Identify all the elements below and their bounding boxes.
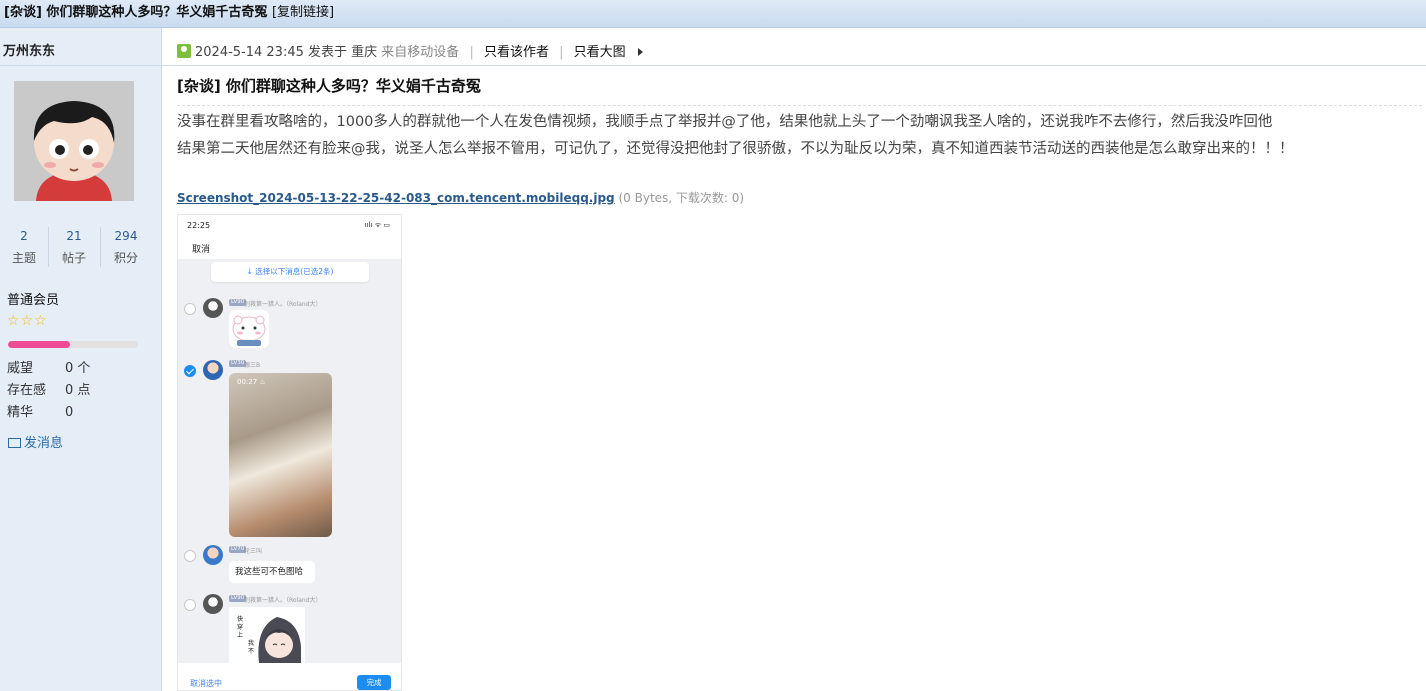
- mail-icon: [8, 438, 21, 448]
- user-group[interactable]: 普通会员: [7, 289, 59, 308]
- svg-text:不: 不: [248, 648, 254, 655]
- page-title: [杂谈] 你们群聊这种人多吗？华义娟千古奇冤: [4, 5, 268, 20]
- phone-radio: [184, 303, 196, 315]
- post-content: 没事在群里看攻略啥的，1000多人的群就他一个人在发色情视频，我顺手点了举报并@…: [177, 109, 1422, 163]
- svg-text:我: 我: [248, 639, 254, 647]
- send-message-label: 发消息: [24, 436, 64, 451]
- attr-key: 存在感: [7, 383, 47, 398]
- only-images-link[interactable]: 只看大图: [574, 45, 626, 60]
- divider: [100, 227, 101, 267]
- video-duration: 00:27 ♨: [237, 378, 266, 386]
- online-user-icon: [177, 44, 191, 58]
- separator: |: [559, 45, 564, 60]
- send-message-link[interactable]: 发消息: [8, 432, 63, 451]
- phone-radio: [184, 550, 196, 562]
- stat-posts[interactable]: 21 帖子: [50, 225, 98, 266]
- stat-label: 积分: [113, 251, 138, 265]
- phone-status-bar: 22:25 ıılı ᯤ ▭: [178, 215, 401, 237]
- phone-nickname: 源三B: [244, 362, 261, 369]
- phone-nickname: 别救第一猎人。（Roland大）: [244, 301, 322, 308]
- phone-radio-checked: [184, 365, 196, 377]
- divider: [162, 65, 1426, 66]
- attr-value: 0 点: [65, 383, 91, 398]
- phone-footer: 取消选中 完成: [178, 663, 401, 690]
- content-paragraph: 没事在群里看攻略啥的，1000多人的群就他一个人在发色情视频，我顺手点了举报并@…: [177, 114, 1273, 130]
- post-location: 发表于 重庆: [308, 45, 378, 60]
- attr-value: 0 个: [65, 361, 91, 376]
- content-paragraph: 结果第二天他居然还有脸来@我，说圣人怎么举报不管用，可记仇了，还觉得没把他封了很…: [177, 141, 1294, 157]
- divider: [0, 65, 162, 66]
- stat-value: 21: [66, 229, 82, 243]
- attr-key: 精华: [7, 405, 34, 420]
- rank-stars: ☆☆☆: [7, 313, 48, 329]
- bear-sticker-icon: [232, 315, 266, 346]
- stat-label: 帖子: [61, 251, 86, 265]
- page-title-bar: [杂谈] 你们群聊这种人多吗？华义娟千古奇冤 [复制链接]: [0, 0, 1426, 28]
- phone-select-hint: ↓ 选择以下消息(已选2条): [211, 262, 369, 282]
- only-author-link[interactable]: 只看该作者: [484, 45, 549, 60]
- phone-avatar: [203, 594, 223, 614]
- post-title: [杂谈] 你们群聊这种人多吗？华义娟千古奇冤: [177, 77, 481, 95]
- attr-key: 威望: [7, 361, 34, 376]
- level-progress-fill: [8, 341, 71, 348]
- phone-time: 22:25: [187, 221, 211, 230]
- phone-video-message: 00:27 ♨: [229, 373, 332, 537]
- phone-nickname: 轮三叫: [244, 548, 263, 555]
- stat-threads[interactable]: 2 主题: [0, 225, 48, 266]
- post-device: 来自移动设备: [381, 45, 460, 60]
- phone-radio: [184, 599, 196, 611]
- phone-text-bubble: 我这些可不色图哈: [229, 561, 315, 583]
- svg-text:快: 快: [237, 615, 243, 623]
- divider: [48, 227, 49, 267]
- post-meta: 2024-5-14 23:45 发表于 重庆 来自移动设备 | 只看该作者 | …: [177, 41, 643, 60]
- divider: [177, 105, 1422, 106]
- attachment-image[interactable]: 22:25 ıılı ᯤ ▭ 取消 ↓ 选择以下消息(已选2条) LV90 别救…: [177, 214, 402, 691]
- phone-avatar: [203, 298, 223, 318]
- stat-points[interactable]: 294 积分: [102, 225, 150, 266]
- post-datetime: 2024-5-14 23:45: [195, 45, 304, 60]
- author-stats: 2 主题 21 帖子 294 积分: [0, 225, 150, 273]
- stat-label: 主题: [11, 251, 36, 265]
- attr-digest: 精华 0: [7, 401, 73, 420]
- attr-presence: 存在感 0 点: [7, 379, 90, 398]
- phone-avatar: [203, 545, 223, 565]
- phone-nickname: 别救第一猎人。（Roland大）: [244, 597, 322, 604]
- signal-wifi-battery-icon: ıılı ᯤ ▭: [364, 221, 390, 229]
- level-progress-bar: [8, 341, 138, 348]
- author-name[interactable]: 万州东东: [3, 40, 55, 59]
- phone-cancel: 取消: [192, 245, 211, 255]
- phone-done-button: 完成: [357, 675, 391, 690]
- attachment-info: (0 Bytes, 下载次数: 0): [618, 191, 745, 205]
- stat-value: 2: [20, 229, 28, 243]
- svg-text:穿: 穿: [237, 623, 243, 631]
- attr-value: 0: [65, 405, 74, 420]
- stat-value: 294: [114, 229, 138, 243]
- attachment: Screenshot_2024-05-13-22-25-42-083_com.t…: [177, 189, 744, 206]
- attr-prestige: 威望 0 个: [7, 357, 90, 376]
- phone-avatar: [203, 360, 223, 380]
- author-sidebar: 万州东东 2 主题 21 帖子 294 积分 普通会员 ☆☆☆ 威望 0 个 存…: [0, 28, 162, 691]
- phone-sticker: 快 穿 上 我 不: [229, 607, 305, 663]
- avatar[interactable]: [14, 81, 134, 201]
- copy-link[interactable]: [复制链接]: [272, 5, 334, 20]
- separator: |: [469, 45, 474, 60]
- phone-header: 取消: [178, 237, 401, 259]
- avatar-illustration: [14, 81, 134, 201]
- phone-sticker: [229, 310, 269, 348]
- phone-unselect: 取消选中: [190, 679, 222, 688]
- anime-sticker-icon: 快 穿 上 我 不: [229, 607, 305, 663]
- svg-text:上: 上: [237, 631, 243, 639]
- attachment-link[interactable]: Screenshot_2024-05-13-22-25-42-083_com.t…: [177, 191, 615, 205]
- caret-right-icon[interactable]: [637, 48, 643, 56]
